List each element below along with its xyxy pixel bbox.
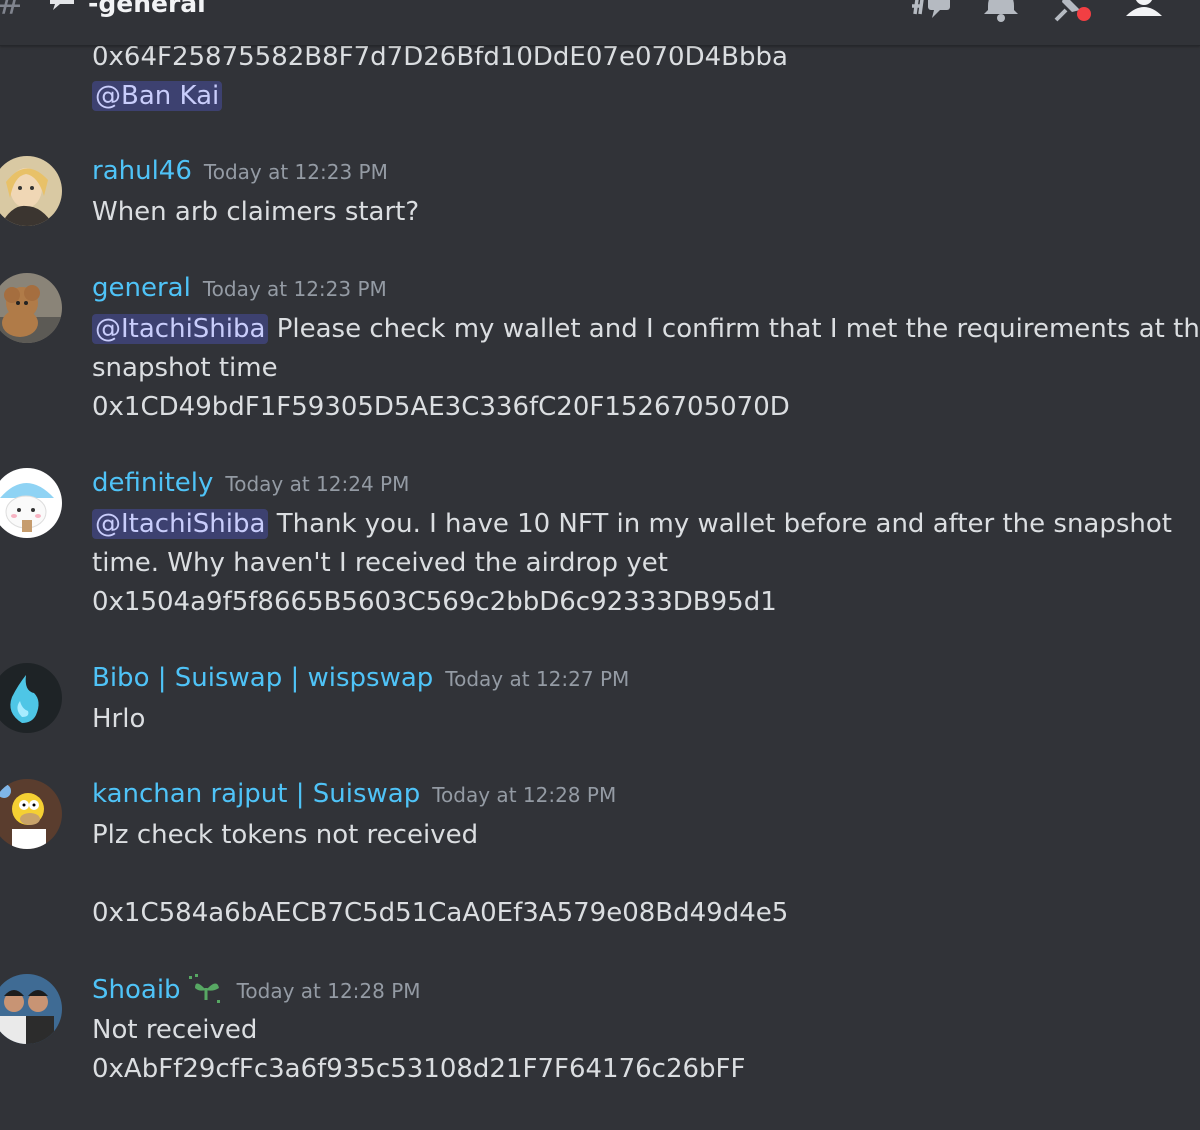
username[interactable]: definitely [92, 468, 213, 498]
speech-bubble-icon [50, 0, 74, 10]
threads-icon[interactable] [910, 0, 954, 24]
pin-icon[interactable] [1052, 0, 1096, 26]
username[interactable]: Shoaib [92, 975, 181, 1005]
user-mention[interactable]: @Ban Kai [92, 81, 223, 111]
user-mention[interactable]: @ItachiShiba [92, 314, 269, 344]
message-line: @ItachiShiba Please check my wallet and … [92, 310, 1200, 349]
username[interactable]: general [92, 273, 191, 303]
message-text: time. Why haven't I received the airdrop… [92, 548, 668, 578]
avatar[interactable] [0, 273, 62, 343]
avatar[interactable] [0, 663, 62, 733]
message-line: @Ban Kai [92, 77, 223, 116]
timestamp: Today at 12:23 PM [202, 277, 387, 301]
message-header: rahul46 Today at 12:23 PM [92, 156, 388, 186]
wallet-address: 0x1CD49bdF1F59305D5AE3C336fC20F152670507… [92, 392, 790, 422]
avatar[interactable] [0, 974, 62, 1044]
sprout-badge-icon[interactable] [187, 974, 225, 1004]
message-header: general Today at 12:23 PM [92, 273, 387, 303]
message-text: Thank you. I have 10 NFT in my wallet be… [268, 509, 1172, 539]
timestamp: Today at 12:24 PM [225, 472, 410, 496]
message-header: Shoaib Today at 12:28 PM [92, 974, 421, 1005]
message-text: Not received [92, 1015, 258, 1045]
message-header: Bibo | Suiswap | wispswap Today at 12:27 … [92, 663, 629, 693]
message-text: snapshot time [92, 353, 278, 383]
bell-icon[interactable] [984, 0, 1018, 22]
channel-header: # -general [0, 0, 1200, 46]
timestamp: Today at 12:28 PM [432, 783, 617, 807]
channel-name: -general [88, 0, 206, 18]
username[interactable]: rahul46 [92, 156, 192, 186]
wallet-address: 0x1C584a6bAECB7C5d51CaA0Ef3A579e08Bd49d4… [92, 898, 789, 928]
avatar[interactable] [0, 468, 62, 538]
avatar[interactable] [0, 779, 62, 849]
timestamp: Today at 12:23 PM [203, 160, 388, 184]
timestamp: Today at 12:28 PM [236, 979, 421, 1003]
message-text: Hrlo [92, 704, 146, 734]
message-text: Plz check tokens not received [92, 820, 479, 850]
wallet-address: 0x1504a9f5f8665B5603C569c2bbD6c92333DB95… [92, 587, 777, 617]
message-header: definitely Today at 12:24 PM [92, 468, 409, 498]
message-text: Please check my wallet and I confirm tha… [268, 314, 1200, 344]
username[interactable]: kanchan rajput | Suiswap [92, 779, 420, 809]
message-list[interactable]: 0x64F25875582B8F7d7D26Bfd10DdE07e070D4Bb… [0, 42, 1200, 1130]
wallet-address: 0xAbFf29cfFc3a6f935c53108d21F7F64176c26b… [92, 1054, 746, 1084]
member-list-icon[interactable] [1124, 0, 1164, 22]
hashtag-icon: # [0, 0, 25, 20]
message-line: @ItachiShiba Thank you. I have 10 NFT in… [92, 505, 1172, 544]
message-header: kanchan rajput | Suiswap Today at 12:28 P… [92, 779, 616, 809]
user-mention[interactable]: @ItachiShiba [92, 509, 269, 539]
username[interactable]: Bibo | Suiswap | wispswap [92, 663, 433, 693]
timestamp: Today at 12:27 PM [445, 667, 630, 691]
message-text: When arb claimers start? [92, 197, 420, 227]
avatar[interactable] [0, 156, 62, 226]
